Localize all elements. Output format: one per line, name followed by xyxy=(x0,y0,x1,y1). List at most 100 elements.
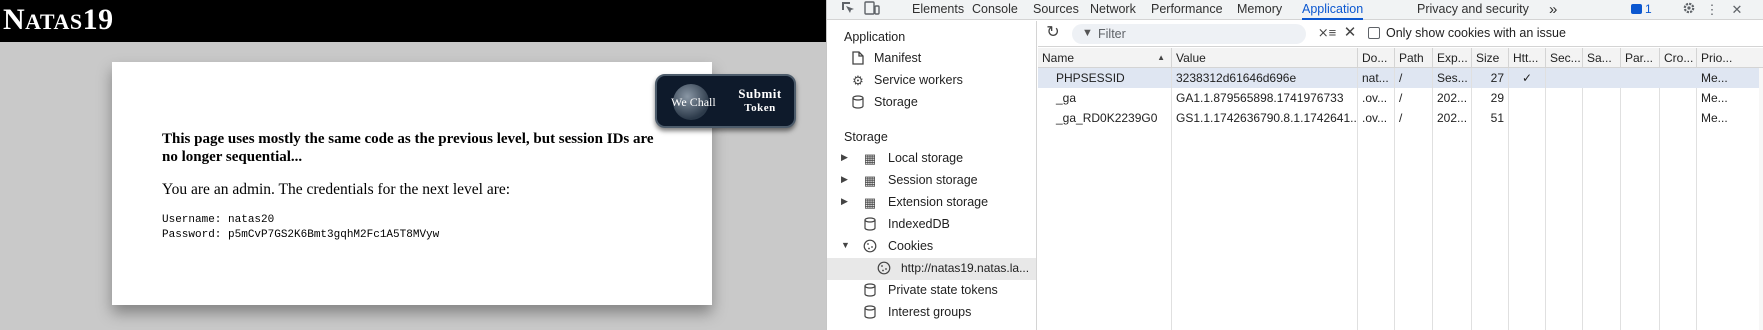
filter-input[interactable] xyxy=(1098,25,1298,43)
sidebar-item-label: Local storage xyxy=(888,151,964,165)
sidebar-item-indexeddb[interactable]: IndexedDB xyxy=(827,214,1036,236)
sidebar-item-private-state-tokens[interactable]: Private state tokens xyxy=(827,280,1036,302)
column-header-httponly[interactable]: Htt... xyxy=(1509,48,1546,68)
cookie-expires: 202... xyxy=(1433,88,1472,108)
cookies-table: Name ▲ Value Do... Path Exp... Size Htt..… xyxy=(1038,48,1763,330)
tab-network[interactable]: Network xyxy=(1090,0,1136,20)
file-icon xyxy=(850,51,866,67)
table-row[interactable]: PHPSESSID 3238312d61646d696e nat... / Se… xyxy=(1038,68,1763,88)
column-header-partition-key[interactable]: Par... xyxy=(1621,48,1660,68)
cookie-name: PHPSESSID xyxy=(1052,68,1172,88)
admin-message: You are an admin. The credentials for th… xyxy=(162,181,511,198)
cookie-size: 29 xyxy=(1472,88,1509,108)
sidebar-item-label: Extension storage xyxy=(888,195,989,209)
sort-ascending-icon: ▲ xyxy=(1157,53,1165,62)
table-header: Name ▲ Value Do... Path Exp... Size Htt..… xyxy=(1038,48,1763,68)
column-header-cross-site[interactable]: Cro... xyxy=(1660,48,1697,68)
cookie-priority: Me... xyxy=(1697,68,1763,88)
refresh-icon[interactable]: ↻ xyxy=(1044,24,1062,42)
cookies-toolbar: ↻ ▼ ⨯≡ ✕ Only show cookies with an issue xyxy=(1038,21,1763,47)
cookie-icon xyxy=(862,239,878,255)
filter-box: ▼ xyxy=(1072,24,1306,44)
web-page: NATAS19 We Chall Submit Token This page … xyxy=(0,0,826,330)
column-header-size[interactable]: Size xyxy=(1472,48,1509,68)
collapse-arrow-icon[interactable]: ▼ xyxy=(841,240,850,250)
sidebar-item-extension-storage[interactable]: ▶ ▦ Extension storage xyxy=(827,192,1036,214)
sidebar-heading-storage: Storage xyxy=(844,130,888,144)
settings-gear-icon[interactable] xyxy=(1680,1,1698,18)
tab-memory[interactable]: Memory xyxy=(1237,0,1282,20)
cookie-domain: .ov... xyxy=(1358,88,1395,108)
cookie-domain: .ov... xyxy=(1358,108,1395,128)
sidebar-item-label: Cookies xyxy=(888,239,934,253)
sidebar-item-service-workers[interactable]: ⚙ Service workers xyxy=(827,70,1036,92)
more-tabs-icon[interactable]: » xyxy=(1549,0,1557,20)
cookie-value: GS1.1.1742636790.8.1.1742641... xyxy=(1172,108,1358,128)
expand-arrow-icon[interactable]: ▶ xyxy=(841,152,848,163)
tab-application[interactable]: Application xyxy=(1302,0,1364,20)
sidebar-item-session-storage[interactable]: ▶ ▦ Session storage xyxy=(827,170,1036,192)
username-credential: Username: natas20 xyxy=(162,214,275,226)
column-header-value[interactable]: Value xyxy=(1172,48,1358,68)
column-header-expires[interactable]: Exp... xyxy=(1433,48,1472,68)
issues-icon xyxy=(1631,4,1642,14)
page-title: NATAS19 xyxy=(3,3,114,36)
cookie-expires: 202... xyxy=(1433,108,1472,128)
table-row[interactable]: _ga GA1.1.879565898.1741976733 .ov... / … xyxy=(1038,88,1763,108)
sidebar-item-label: IndexedDB xyxy=(888,217,950,231)
sidebar-item-storage[interactable]: Storage xyxy=(827,92,1036,114)
clear-all-cookies-icon[interactable]: ✕ xyxy=(1341,24,1359,42)
submit-token-label: Submit Token xyxy=(738,86,782,114)
only-issues-label: Only show cookies with an issue xyxy=(1386,26,1566,40)
page-header: NATAS19 xyxy=(0,0,826,42)
sidebar-item-manifest[interactable]: Manifest xyxy=(827,48,1036,70)
clear-filtered-cookies-icon[interactable]: ⨯≡ xyxy=(1317,24,1337,42)
issues-counter[interactable]: 1 xyxy=(1631,0,1652,20)
tab-sources[interactable]: Sources xyxy=(1033,0,1079,20)
column-header-samesite[interactable]: Sa... xyxy=(1583,48,1621,68)
sidebar-item-cookie-origin[interactable]: http://natas19.natas.la... xyxy=(827,258,1036,280)
cookie-priority: Me... xyxy=(1697,88,1763,108)
inspect-element-icon[interactable] xyxy=(839,1,857,18)
cookie-httponly: ✓ xyxy=(1509,68,1546,88)
device-toolbar-icon[interactable] xyxy=(863,1,881,18)
database-icon xyxy=(862,283,878,299)
submit-token-button[interactable]: We Chall Submit Token xyxy=(655,74,796,128)
table-icon: ▦ xyxy=(863,195,877,210)
tab-performance[interactable]: Performance xyxy=(1151,0,1223,20)
cookie-icon xyxy=(876,261,892,277)
sidebar-item-label: Session storage xyxy=(888,173,978,187)
tab-elements[interactable]: Elements xyxy=(912,0,964,20)
column-header-name[interactable]: Name ▲ xyxy=(1038,48,1172,68)
cookie-path: / xyxy=(1395,68,1433,88)
devtools-tab-bar: Elements Console Sources Network Perform… xyxy=(827,0,1763,20)
sidebar-item-label: http://natas19.natas.la... xyxy=(901,261,1030,275)
cookie-priority: Me... xyxy=(1697,108,1763,128)
cookie-value: GA1.1.879565898.1741976733 xyxy=(1172,88,1358,108)
tab-console[interactable]: Console xyxy=(972,0,1018,20)
sidebar-item-interest-groups[interactable]: Interest groups xyxy=(827,302,1036,324)
sidebar-item-cookies[interactable]: ▼ Cookies xyxy=(827,236,1036,258)
sidebar-item-local-storage[interactable]: ▶ ▦ Local storage xyxy=(827,148,1036,170)
more-options-icon[interactable]: ⋮ xyxy=(1703,1,1721,18)
sidebar-item-label: Interest groups xyxy=(888,305,972,319)
expand-arrow-icon[interactable]: ▶ xyxy=(841,174,848,185)
tab-privacy-and-security[interactable]: Privacy and security xyxy=(1417,0,1529,20)
gears-icon: ⚙ xyxy=(852,73,864,88)
column-header-domain[interactable]: Do... xyxy=(1358,48,1395,68)
cookie-path: / xyxy=(1395,88,1433,108)
column-header-secure[interactable]: Sec... xyxy=(1546,48,1583,68)
table-row[interactable]: _ga_RD0K2239G0 GS1.1.1742636790.8.1.1742… xyxy=(1038,108,1763,128)
table-icon: ▦ xyxy=(863,151,877,166)
level-description: This page uses mostly the same code as t… xyxy=(162,131,654,165)
expand-arrow-icon[interactable]: ▶ xyxy=(841,196,848,207)
table-icon: ▦ xyxy=(863,173,877,188)
column-header-priority[interactable]: Prio... xyxy=(1697,48,1763,68)
column-header-path[interactable]: Path xyxy=(1395,48,1433,68)
close-devtools-icon[interactable]: ✕ xyxy=(1728,1,1746,18)
only-issues-checkbox[interactable] xyxy=(1368,27,1380,39)
wechall-badge-text: We Chall xyxy=(671,95,716,109)
scrollbar[interactable] xyxy=(1759,68,1763,330)
database-icon xyxy=(862,305,878,321)
devtools-panel: Elements Console Sources Network Perform… xyxy=(826,0,1763,330)
